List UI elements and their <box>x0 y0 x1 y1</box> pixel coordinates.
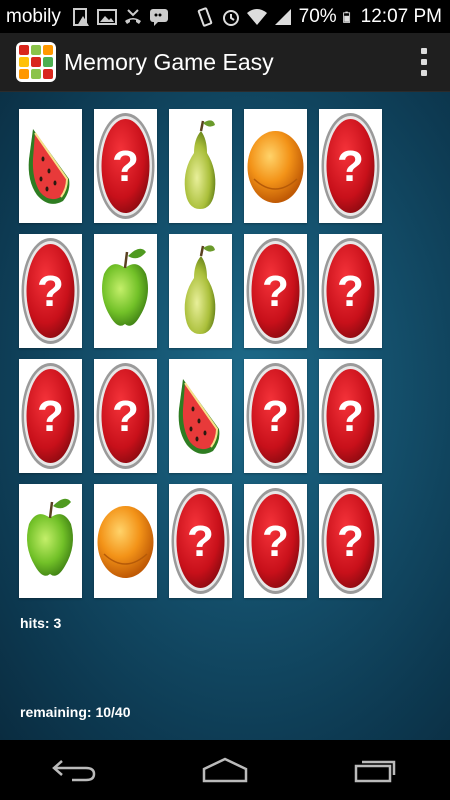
card-pear[interactable] <box>169 234 232 348</box>
card-hidden[interactable]: ? <box>19 234 82 348</box>
signal-icon <box>274 8 291 25</box>
svg-text:?: ? <box>112 392 139 441</box>
pear-icon <box>184 120 216 209</box>
home-icon[interactable] <box>195 750 255 790</box>
card-grid: ? ? ? ? ? ? ? ? ? ? ? ? <box>19 109 382 598</box>
question-mark-icon: ? <box>321 488 380 594</box>
image-icon <box>96 8 117 25</box>
card-apple[interactable] <box>94 234 157 348</box>
card-pear[interactable] <box>169 109 232 223</box>
apple-icon <box>102 248 148 326</box>
carrier-name: mobily <box>6 5 61 27</box>
card-orange[interactable] <box>94 484 157 598</box>
card-hidden[interactable]: ? <box>244 234 307 348</box>
card-hidden[interactable]: ? <box>319 359 382 473</box>
wifi-icon <box>246 8 267 25</box>
card-apple[interactable] <box>19 484 82 598</box>
svg-text:?: ? <box>262 267 289 316</box>
question-mark-icon: ? <box>321 363 380 469</box>
svg-text:?: ? <box>112 142 139 191</box>
card-watermelon[interactable] <box>169 359 232 473</box>
pear-icon <box>184 245 216 334</box>
question-mark-icon: ? <box>246 488 305 594</box>
card-hidden[interactable]: ? <box>244 359 307 473</box>
question-mark-icon: ? <box>96 363 155 469</box>
question-mark-icon: ? <box>246 238 305 344</box>
svg-text:?: ? <box>187 517 214 566</box>
battery-icon <box>342 11 350 23</box>
card-hidden[interactable]: ? <box>94 359 157 473</box>
svg-text:?: ? <box>262 392 289 441</box>
card-hidden[interactable]: ? <box>19 359 82 473</box>
card-hidden[interactable]: ? <box>319 484 382 598</box>
card-watermelon[interactable] <box>19 109 82 223</box>
missed-call-icon <box>124 8 141 24</box>
hits-counter: hits: 3 <box>20 615 62 631</box>
card-hidden[interactable]: ? <box>319 109 382 223</box>
card-hidden[interactable]: ? <box>244 484 307 598</box>
card-hidden[interactable]: ? <box>319 234 382 348</box>
game-board-area: ? ? ? ? ? ? ? ? ? ? ? ? hits: 3 remainin… <box>0 92 450 740</box>
card-hidden[interactable]: ? <box>169 484 232 598</box>
svg-text:?: ? <box>37 267 64 316</box>
back-icon[interactable] <box>45 750 105 790</box>
battery-percent: 70% <box>298 5 337 27</box>
question-mark-icon: ? <box>21 238 80 344</box>
svg-text:?: ? <box>337 267 364 316</box>
svg-text:?: ? <box>262 517 289 566</box>
recent-apps-icon[interactable] <box>345 750 405 790</box>
overflow-menu-icon[interactable] <box>420 48 428 76</box>
svg-text:?: ? <box>337 392 364 441</box>
status-bar: mobily 70% 12:07 PM <box>0 0 450 33</box>
svg-text:?: ? <box>337 142 364 191</box>
question-mark-icon: ? <box>321 238 380 344</box>
watermelon-icon <box>178 379 220 454</box>
clock: 12:07 PM <box>360 5 442 27</box>
svg-text:?: ? <box>37 392 64 441</box>
question-mark-icon: ? <box>321 113 380 219</box>
alarm-icon <box>222 9 239 26</box>
question-mark-icon: ? <box>21 363 80 469</box>
vibrate-icon <box>197 6 212 27</box>
card-hidden[interactable]: ? <box>94 109 157 223</box>
question-mark-icon: ? <box>171 488 230 594</box>
orange-icon <box>97 506 154 578</box>
bbm-icon <box>149 8 168 26</box>
apple-icon <box>27 498 73 576</box>
navigation-bar <box>0 740 450 800</box>
warning-file-icon <box>72 7 89 26</box>
card-orange[interactable] <box>244 109 307 223</box>
app-title: Memory Game Easy <box>64 48 274 75</box>
orange-icon <box>247 131 304 203</box>
question-mark-icon: ? <box>246 363 305 469</box>
action-bar: Memory Game Easy <box>0 33 450 92</box>
fruit-grid-logo-icon[interactable] <box>16 42 56 82</box>
watermelon-icon <box>28 129 70 204</box>
svg-text:?: ? <box>337 517 364 566</box>
question-mark-icon: ? <box>96 113 155 219</box>
remaining-counter: remaining: 10/40 <box>20 704 131 720</box>
